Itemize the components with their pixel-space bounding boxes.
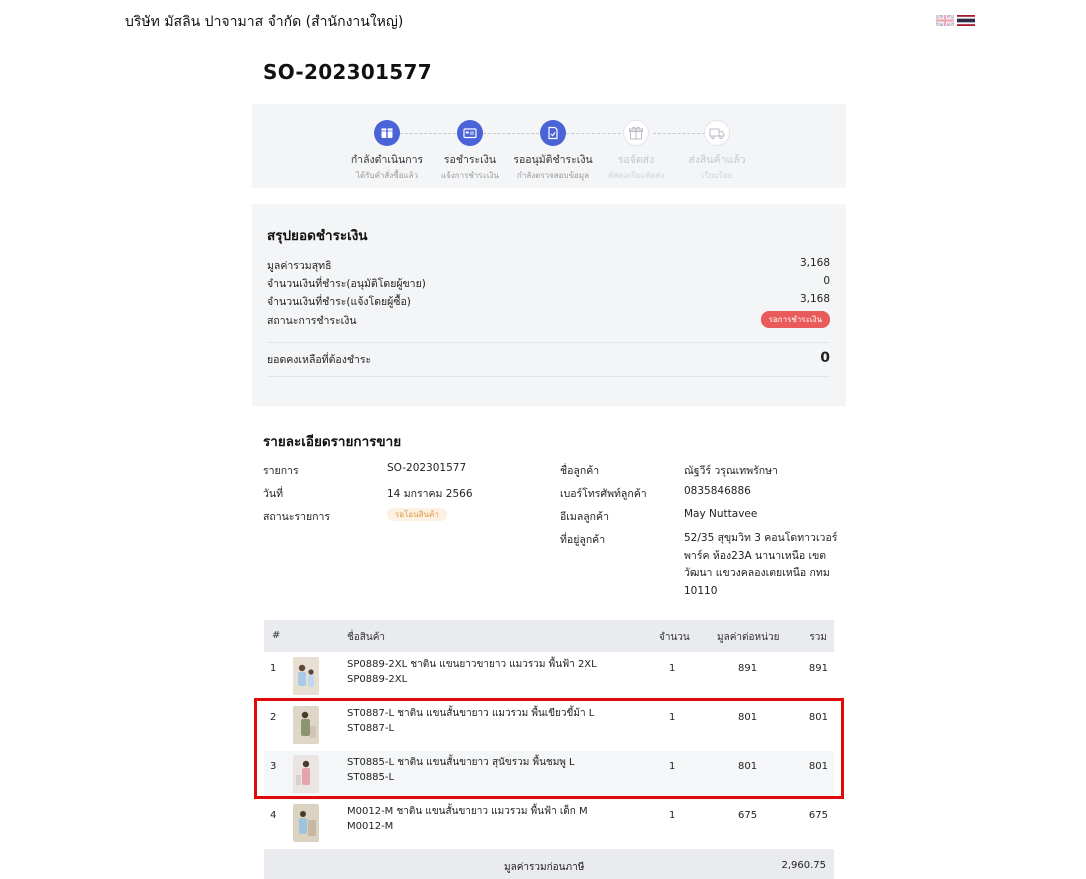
- product-sku: ST0885-L: [347, 771, 395, 783]
- customer-email-value: May Nuttavee: [684, 508, 758, 520]
- divider: [267, 342, 830, 343]
- col-name-header: ชื่อสินค้า: [347, 632, 386, 643]
- customer-address-label: ที่อยู่ลูกค้า: [560, 534, 606, 546]
- product-name: ST0887-L ชาติน แขนสั้นขายาว แมวรวม พื้นเ…: [347, 708, 595, 719]
- row-qty: 1: [669, 712, 676, 723]
- divider: [267, 376, 830, 377]
- row-qty: 1: [669, 663, 676, 674]
- address-line: 10110: [684, 584, 718, 597]
- company-name: บริษัท มัสลิน ปาจามาส จำกัด (สำนักงานใหญ…: [125, 14, 404, 30]
- summary-label: จำนวนเงินที่ชำระ(แจ้งโดยผู้ซื้อ): [267, 296, 411, 308]
- row-qty: 1: [669, 761, 676, 772]
- customer-phone-label: เบอร์โทรศัพท์ลูกค้า: [560, 488, 647, 500]
- address-line: 52/35 สุขุมวิท 3 คอนโดทาวเวอร์: [684, 532, 838, 544]
- row-number: 4: [270, 810, 277, 821]
- product-thumbnail[interactable]: [293, 706, 319, 744]
- summary-row-paid-reported: จำนวนเงินที่ชำระ(แจ้งโดยผู้ซื้อ) 3,168: [267, 293, 830, 311]
- summary-label: สถานะการชำระเงิน: [267, 315, 357, 327]
- item-label: รายการ: [263, 465, 299, 477]
- summary-label: จำนวนเงินที่ชำระ(อนุมัติโดยผู้ขาย): [267, 278, 426, 290]
- payment-card-icon: [457, 120, 483, 146]
- row-unit-price: 891: [738, 663, 758, 674]
- product-thumbnail[interactable]: [293, 804, 319, 842]
- payment-summary-card: สรุปยอดชำระเงิน มูลค่ารวมสุทธิ 3,168 จำน…: [252, 204, 846, 406]
- row-number: 1: [270, 663, 277, 674]
- balance-value: 0: [820, 350, 830, 366]
- order-status-badge: รอโอนสินค้า: [387, 508, 447, 521]
- order-status-label: สถานะรายการ: [263, 511, 331, 523]
- step-label: ส่งสินค้าแล้ว: [688, 154, 746, 166]
- col-qty-header: จำนวน: [659, 632, 690, 643]
- row-total: 891: [808, 663, 828, 674]
- row-unit-price: 675: [738, 810, 758, 821]
- customer-name-label: ชื่อลูกค้า: [560, 465, 600, 477]
- product-name-cell: ST0885-L ชาติน แขนสั้นขายาว สุนัขรวม พื้…: [347, 756, 575, 785]
- row-total: 801: [808, 761, 828, 772]
- table-row: 2 ST0887-L ชาติน แขนสั้นขายาว แมวรวม พื้…: [264, 702, 834, 751]
- product-sku: SP0889-2XL: [347, 673, 408, 685]
- box-icon: [374, 120, 400, 146]
- product-name: M0012-M ชาติน แขนสั้นขายาว แมวรวม พื้นฟ้…: [347, 806, 588, 817]
- balance-label: ยอดคงเหลือที่ต้องชำระ: [267, 354, 372, 366]
- summary-label: มูลค่ารวมสุทธิ: [267, 260, 332, 272]
- table-row: 4 M0012-M ชาติน แขนสั้นขายาว แมวรวม พื้น…: [264, 800, 834, 849]
- customer-phone-value: 0835846886: [684, 485, 751, 497]
- row-total: 675: [808, 810, 828, 821]
- product-name: ST0885-L ชาติน แขนสั้นขายาว สุนัขรวม พื้…: [347, 757, 575, 768]
- customer-address-value: 52/35 สุขุมวิท 3 คอนโดทาวเวอร์ พาร์ค ห้อ…: [684, 530, 839, 600]
- row-number: 2: [270, 712, 277, 723]
- sales-details-title: รายละเอียดรายการขาย: [263, 434, 402, 450]
- summary-value: 0: [823, 275, 830, 287]
- row-unit-price: 801: [738, 761, 758, 772]
- col-total-header: รวม: [809, 632, 827, 643]
- payment-summary-title: สรุปยอดชำระเงิน: [267, 228, 368, 244]
- summary-value: 3,168: [799, 257, 830, 269]
- table-header: # ชื่อสินค้า จำนวน มูลค่าต่อหน่วย รวม: [264, 620, 834, 652]
- address-line: พาร์ค ห้อง23A นานาเหนือ เขต: [684, 549, 827, 562]
- customer-name-value: ณัฐวีร์ วรุณเทพรักษา: [684, 465, 778, 477]
- product-name-cell: M0012-M ชาติน แขนสั้นขายาว แมวรวม พื้นฟ้…: [347, 805, 588, 834]
- table-row: 1 SP0889-2XL ชาติน แขนยาวขายาว แมวรวม พื…: [264, 653, 834, 702]
- subtotal-label: มูลค่ารวมก่อนภาษี: [504, 862, 585, 873]
- date-label: วันที่: [263, 488, 283, 500]
- summary-row-payment-status: สถานะการชำระเงิน รอการชำระเงิน: [267, 311, 830, 330]
- product-name-cell: SP0889-2XL ชาติน แขนยาวขายาว แมวรวม พื้น…: [347, 658, 597, 687]
- product-name: SP0889-2XL ชาติน แขนยาวขายาว แมวรวม พื้น…: [347, 659, 597, 670]
- table-row: 3 ST0885-L ชาติน แขนสั้นขายาว สุนัขรวม พ…: [264, 751, 834, 800]
- customer-email-label: อีเมลลูกค้า: [560, 511, 609, 523]
- summary-value: 3,168: [799, 293, 830, 305]
- uk-flag-icon[interactable]: [936, 15, 954, 26]
- language-switcher: [936, 15, 975, 26]
- summary-row-paid-approved: จำนวนเงินที่ชำระ(อนุมัติโดยผู้ขาย) 0: [267, 275, 830, 293]
- order-status-badge-wrap: รอโอนสินค้า: [387, 508, 447, 521]
- gift-box-icon: [623, 120, 649, 146]
- col-number-header: #: [272, 630, 281, 641]
- payment-status-badge: รอการชำระเงิน: [760, 311, 830, 328]
- product-sku: ST0887-L: [347, 722, 395, 734]
- product-name-cell: ST0887-L ชาติน แขนสั้นขายาว แมวรวม พื้นเ…: [347, 707, 594, 736]
- order-progress-stepper: กำลังดำเนินการ ได้รับคำสั่งซื้อแล้ว รอชำ…: [252, 104, 846, 188]
- row-total: 801: [808, 712, 828, 723]
- product-thumbnail[interactable]: [293, 755, 319, 793]
- item-value: SO-202301577: [387, 462, 467, 474]
- row-number: 3: [270, 761, 277, 772]
- truck-icon: [704, 120, 730, 146]
- summary-row-net-total: มูลค่ารวมสุทธิ 3,168: [267, 257, 830, 275]
- row-qty: 1: [669, 810, 676, 821]
- col-unit-price-header: มูลค่าต่อหน่วย: [717, 632, 780, 643]
- step-delivered: ส่งสินค้าแล้ว เรียบร้อย: [667, 120, 767, 182]
- top-bar: บริษัท มัสลิน ปาจามาส จำกัด (สำนักงานใหญ…: [0, 0, 1086, 42]
- product-sku: M0012-M: [347, 820, 394, 832]
- address-line: วัฒนา แขวงคลองเตยเหนือ กทม: [684, 567, 830, 579]
- thai-flag-icon[interactable]: [957, 15, 975, 26]
- step-sublabel: เรียบร้อย: [701, 171, 733, 180]
- product-thumbnail[interactable]: [293, 657, 319, 695]
- table-subtotal-row: มูลค่ารวมก่อนภาษี 2,960.75: [264, 849, 834, 879]
- order-number-title: SO-202301577: [263, 60, 432, 84]
- document-check-icon: [540, 120, 566, 146]
- row-unit-price: 801: [738, 712, 758, 723]
- date-value: 14 มกราคม 2566: [387, 488, 473, 500]
